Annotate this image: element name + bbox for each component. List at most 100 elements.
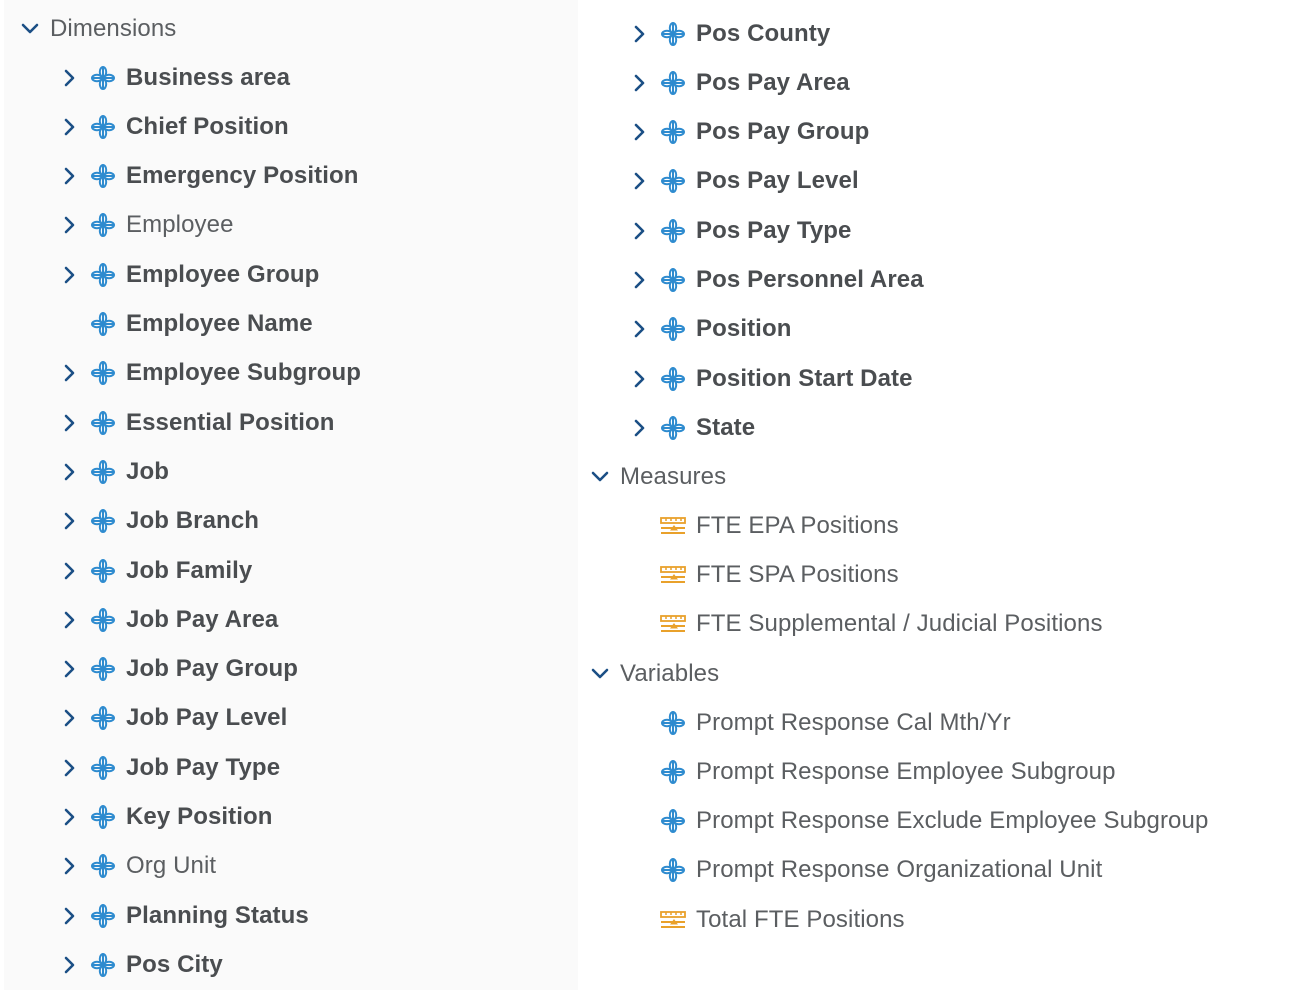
chevron-right-icon[interactable] xyxy=(628,367,652,391)
tree-item-pos-pay-level[interactable]: Pos Pay Level xyxy=(628,157,859,206)
tree-item-prompt-response-organizational-unit[interactable]: Prompt Response Organizational Unit xyxy=(628,846,1102,895)
tree-item-pos-county[interactable]: Pos County xyxy=(628,9,830,58)
measure-icon xyxy=(658,905,688,935)
tree-item-label: Pos City xyxy=(126,950,223,978)
tree-item-label: Prompt Response Organizational Unit xyxy=(696,856,1103,884)
chevron-down-icon[interactable] xyxy=(18,17,42,41)
tree-item-state[interactable]: State xyxy=(628,403,755,452)
tree-item-fte-epa-positions[interactable]: FTE EPA Positions xyxy=(628,501,899,550)
tree-item-org-unit[interactable]: Org Unit xyxy=(58,842,216,891)
chevron-down-icon[interactable] xyxy=(588,662,612,686)
tree-item-total-fte-positions[interactable]: Total FTE Positions xyxy=(628,895,905,944)
dimension-icon xyxy=(88,161,118,191)
dimension-icon xyxy=(658,708,688,738)
tree-item-label: Emergency Position xyxy=(126,162,359,190)
dimension-icon xyxy=(88,309,118,339)
tree-item-fte-spa-positions[interactable]: FTE SPA Positions xyxy=(628,550,899,599)
tree-item-job-branch[interactable]: Job Branch xyxy=(58,497,259,546)
dimension-icon xyxy=(88,556,118,586)
tree-item-label: Job xyxy=(126,457,169,485)
tree-item-pos-pay-area[interactable]: Pos Pay Area xyxy=(628,58,850,107)
dimension-icon xyxy=(88,63,118,93)
tree-item-prompt-response-exclude-employee-subgroup[interactable]: Prompt Response Exclude Employee Subgrou… xyxy=(628,797,1208,846)
tree-group-dimensions[interactable]: Dimensions xyxy=(18,4,176,53)
tree-item-label: Prompt Response Cal Mth/Yr xyxy=(696,708,1011,736)
tree-item-pos-pay-group[interactable]: Pos Pay Group xyxy=(628,108,869,157)
chevron-right-icon[interactable] xyxy=(58,213,82,237)
tree-item-fte-supplemental-judicial-positions[interactable]: FTE Supplemental / Judicial Positions xyxy=(628,600,1103,649)
tree-group-measures[interactable]: Measures xyxy=(588,452,726,501)
chevron-right-icon[interactable] xyxy=(58,953,82,977)
tree-item-essential-position[interactable]: Essential Position xyxy=(58,398,335,447)
chevron-right-icon[interactable] xyxy=(58,263,82,287)
tree-item-planning-status[interactable]: Planning Status xyxy=(58,891,309,940)
dimension-icon xyxy=(88,703,118,733)
tree-item-emergency-position[interactable]: Emergency Position xyxy=(58,152,359,201)
chevron-right-icon[interactable] xyxy=(58,805,82,829)
tree-item-job-family[interactable]: Job Family xyxy=(58,546,252,595)
tree-item-label: Position xyxy=(696,315,792,343)
tree-item-label: Pos Pay Type xyxy=(696,216,852,244)
tree-item-pos-pay-type[interactable]: Pos Pay Type xyxy=(628,206,852,255)
chevron-right-icon[interactable] xyxy=(58,460,82,484)
chevron-right-icon[interactable] xyxy=(58,657,82,681)
chevron-right-icon[interactable] xyxy=(628,120,652,144)
chevron-right-icon[interactable] xyxy=(628,71,652,95)
chevron-right-icon[interactable] xyxy=(58,559,82,583)
tree-item-label: Job Pay Level xyxy=(126,704,288,732)
tree-item-label: Employee Group xyxy=(126,260,320,288)
tree-item-position[interactable]: Position xyxy=(628,305,791,354)
chevron-right-icon[interactable] xyxy=(628,219,652,243)
chevron-right-icon[interactable] xyxy=(628,317,652,341)
tree-item-pos-personnel-area[interactable]: Pos Personnel Area xyxy=(628,256,924,305)
chevron-right-icon[interactable] xyxy=(58,164,82,188)
chevron-right-icon[interactable] xyxy=(58,904,82,928)
tree-item-prompt-response-employee-subgroup[interactable]: Prompt Response Employee Subgroup xyxy=(628,747,1116,796)
chevron-right-icon[interactable] xyxy=(58,756,82,780)
tree-item-label: Pos Pay Area xyxy=(696,68,850,96)
dimension-icon xyxy=(88,210,118,240)
tree-item-employee-subgroup[interactable]: Employee Subgroup xyxy=(58,349,361,398)
tree-item-label: Pos Pay Group xyxy=(696,118,870,146)
tree-group-variables[interactable]: Variables xyxy=(588,649,719,698)
tree-item-label: Job Pay Area xyxy=(126,605,279,633)
tree-item-position-start-date[interactable]: Position Start Date xyxy=(628,354,913,403)
tree-item-job-pay-group[interactable]: Job Pay Group xyxy=(58,645,298,694)
chevron-right-icon[interactable] xyxy=(628,416,652,440)
tree-item-business-area[interactable]: Business area xyxy=(58,53,290,102)
dimension-icon xyxy=(658,19,688,49)
dimension-icon xyxy=(88,901,118,931)
chevron-right-icon[interactable] xyxy=(628,22,652,46)
tree-item-employee-name[interactable]: Employee Name xyxy=(58,300,313,349)
chevron-right-icon[interactable] xyxy=(58,115,82,139)
chevron-right-icon[interactable] xyxy=(58,854,82,878)
chevron-right-icon[interactable] xyxy=(628,268,652,292)
tree-item-chief-position[interactable]: Chief Position xyxy=(58,102,289,151)
chevron-right-icon[interactable] xyxy=(58,706,82,730)
tree-item-label: FTE Supplemental / Judicial Positions xyxy=(696,610,1103,638)
tree-item-job-pay-area[interactable]: Job Pay Area xyxy=(58,595,278,644)
tree-item-label: Job Family xyxy=(126,556,253,584)
tree-item-label: Employee xyxy=(126,211,234,239)
tree-item-employee[interactable]: Employee xyxy=(58,201,234,250)
dimension-icon xyxy=(658,68,688,98)
chevron-right-icon[interactable] xyxy=(58,608,82,632)
tree-item-job-pay-level[interactable]: Job Pay Level xyxy=(58,694,287,743)
chevron-right-icon[interactable] xyxy=(628,169,652,193)
tree-item-label: Chief Position xyxy=(126,112,289,140)
chevron-right-icon[interactable] xyxy=(58,509,82,533)
tree-item-prompt-response-cal-mth-yr[interactable]: Prompt Response Cal Mth/Yr xyxy=(628,698,1011,747)
tree-item-key-position[interactable]: Key Position xyxy=(58,793,273,842)
tree-item-job-pay-type[interactable]: Job Pay Type xyxy=(58,743,280,792)
tree-item-label: Org Unit xyxy=(126,852,217,880)
chevron-right-icon[interactable] xyxy=(58,411,82,435)
chevron-right-icon[interactable] xyxy=(58,361,82,385)
dimension-icon xyxy=(88,851,118,881)
tree-item-employee-group[interactable]: Employee Group xyxy=(58,250,319,299)
tree-item-pos-city[interactable]: Pos City xyxy=(58,940,223,989)
tree-item-job[interactable]: Job xyxy=(58,447,169,496)
dimension-icon xyxy=(658,855,688,885)
chevron-down-icon[interactable] xyxy=(588,465,612,489)
tree-item-label: FTE EPA Positions xyxy=(696,511,899,539)
chevron-right-icon[interactable] xyxy=(58,66,82,90)
